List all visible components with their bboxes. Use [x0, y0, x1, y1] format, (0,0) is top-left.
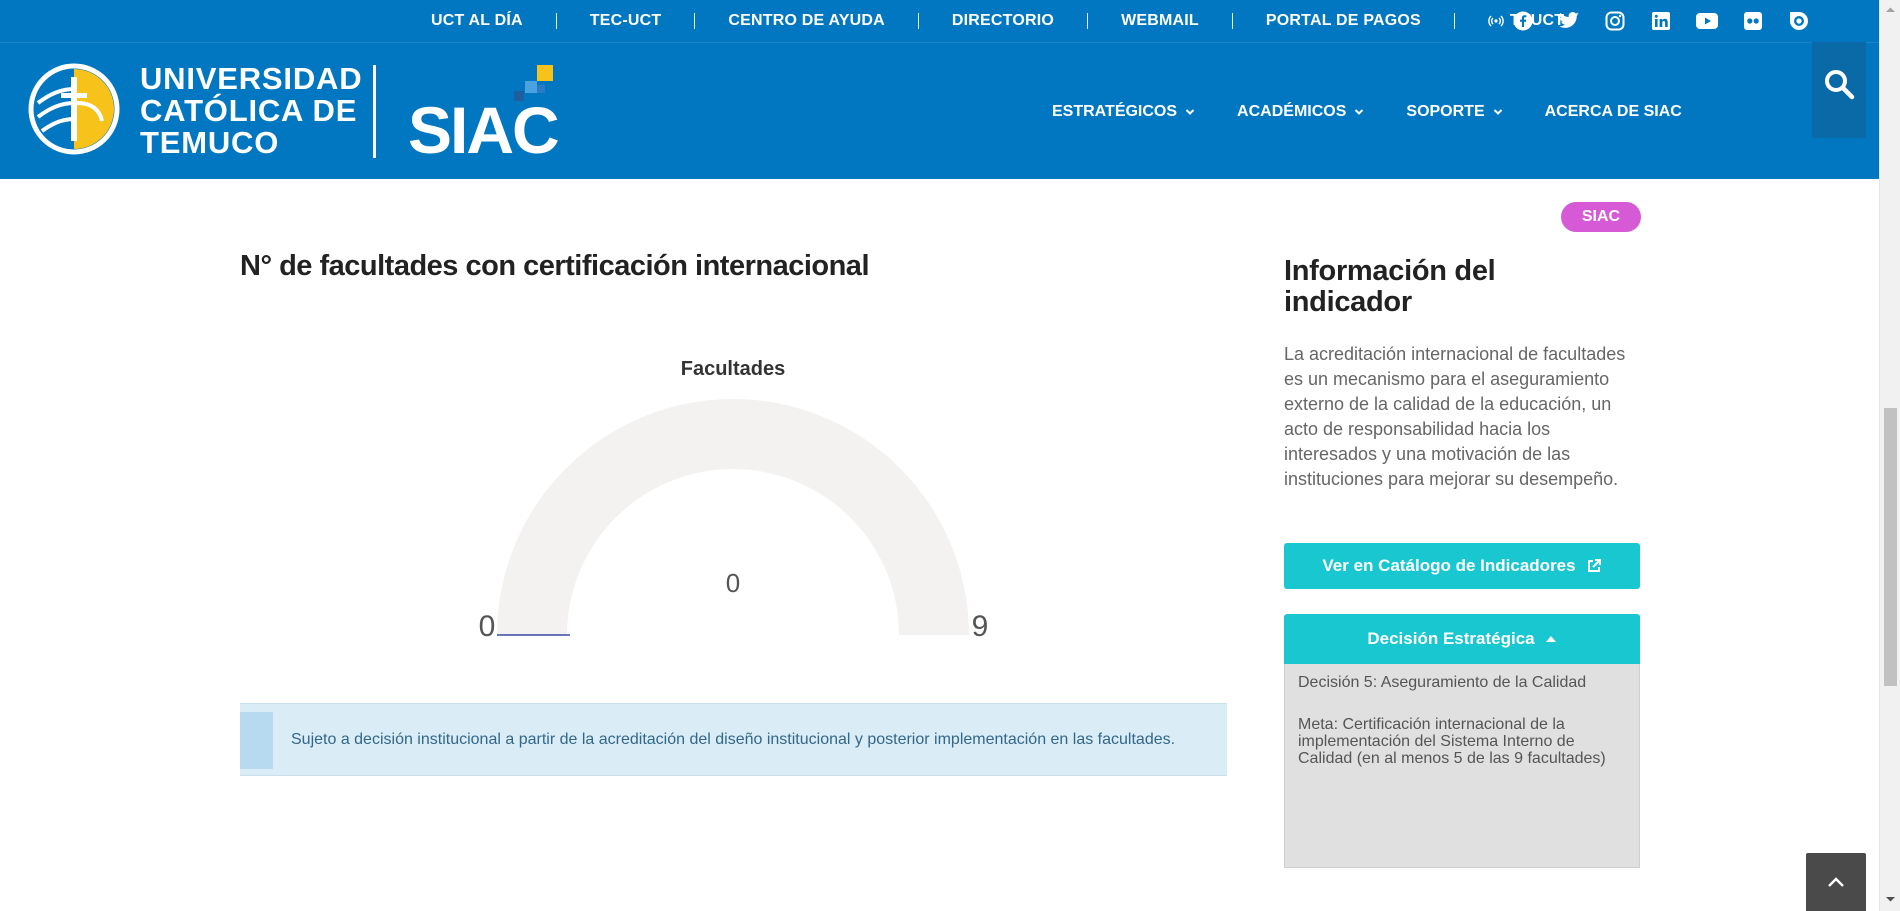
header-divider — [373, 65, 376, 158]
sidebar-description: La acreditación internacional de faculta… — [1284, 344, 1626, 489]
uct-logo-icon[interactable] — [28, 63, 120, 155]
note-accent-bar — [240, 712, 273, 769]
issuu-icon[interactable] — [1788, 10, 1810, 32]
scroll-down-arrow-icon[interactable] — [1880, 893, 1900, 905]
scrollbar[interactable] — [1879, 0, 1900, 911]
gauge-chart: Facultades 0 0 9 — [479, 358, 989, 643]
divider — [555, 13, 557, 29]
chevron-down-icon — [1493, 108, 1502, 115]
catalog-button-label: Ver en Catálogo de Indicadores — [1322, 556, 1576, 575]
scroll-up-arrow-icon[interactable] — [1880, 4, 1900, 16]
gauge-value: 0 — [726, 568, 740, 598]
chevron-down-icon — [1185, 108, 1195, 115]
decision-button-label: Decisión Estratégica — [1367, 629, 1535, 648]
sidebar-title: Información del indicador — [1284, 255, 1496, 318]
top-link-portal-de-pagos[interactable]: PORTAL DE PAGOS — [1233, 12, 1454, 30]
top-link-uct-al-dia[interactable]: UCT AL DÍA — [398, 12, 556, 30]
decision-text: Decisión 5: Aseguramiento de la Calidad — [1298, 674, 1587, 691]
note-text: Sujeto a decisión institucional a partir… — [291, 731, 1176, 748]
nav-label: ACERCA DE SIAC — [1544, 102, 1682, 120]
top-link-directorio[interactable]: DIRECTORIO — [919, 12, 1087, 30]
search-icon — [1825, 70, 1855, 100]
top-link-centro-de-ayuda[interactable]: CENTRO DE AYUDA — [695, 12, 918, 30]
divider — [917, 13, 919, 29]
gauge-track — [497, 399, 969, 635]
divider — [694, 13, 696, 29]
university-name-line: TEMUCO — [140, 125, 280, 160]
broadcast-icon — [1488, 15, 1504, 27]
meta-text: Meta: Certificación internacional de la … — [1298, 716, 1606, 767]
external-link-icon — [1587, 559, 1601, 572]
info-note: Sujeto a decisión institucional a partir… — [240, 703, 1227, 776]
main-nav: ESTRATÉGICOS ACADÉMICOS SOPORTE ACERCA D… — [1052, 43, 1724, 180]
site-header: UNIVERSIDAD CATÓLICA DE TEMUCO SIAC ESTR… — [0, 42, 1879, 179]
university-name-line: CATÓLICA DE — [140, 93, 358, 128]
decision-toggle-button[interactable]: Decisión Estratégica — [1284, 614, 1640, 664]
siac-logo[interactable]: SIAC — [406, 61, 586, 161]
top-link-tec-uct[interactable]: TEC-UCT — [557, 12, 695, 30]
back-to-top-button[interactable] — [1806, 853, 1866, 911]
chevron-down-icon — [1355, 108, 1364, 115]
catalog-button[interactable]: Ver en Catálogo de Indicadores — [1284, 543, 1640, 589]
twitter-icon[interactable] — [1558, 10, 1580, 32]
search-button[interactable] — [1812, 42, 1866, 138]
nav-label: SOPORTE — [1406, 102, 1485, 120]
university-name-line: UNIVERSIDAD — [140, 61, 363, 96]
linkedin-icon[interactable] — [1650, 10, 1672, 32]
page: { "top_links": [ {"label": "UCT AL DÍA"}… — [0, 0, 1900, 911]
social-links — [1512, 0, 1810, 42]
top-link-webmail[interactable]: WEBMAIL — [1088, 12, 1232, 30]
page-title: N° de facultades con certificación inter… — [240, 250, 870, 282]
decision-panel: Decisión 5: Aseguramiento de la Calidad … — [1284, 664, 1640, 868]
university-name[interactable]: UNIVERSIDAD CATÓLICA DE TEMUCO — [140, 63, 362, 159]
nav-soporte[interactable]: SOPORTE — [1406, 103, 1502, 121]
instagram-icon[interactable] — [1604, 10, 1626, 32]
youtube-icon[interactable] — [1696, 10, 1718, 32]
siac-logo-text: SIAC — [408, 93, 558, 161]
nav-academicos[interactable]: ACADÉMICOS — [1237, 103, 1364, 121]
chevron-up-icon — [1828, 877, 1844, 887]
divider — [1453, 13, 1455, 29]
top-links: UCT AL DÍA TEC-UCT CENTRO DE AYUDA DIREC… — [398, 0, 1597, 42]
gauge-title: Facultades — [681, 358, 785, 380]
gauge-max-label: 9 — [972, 610, 989, 643]
nav-label: ESTRATÉGICOS — [1052, 102, 1178, 120]
facebook-icon[interactable] — [1512, 10, 1534, 32]
nav-label: ACADÉMICOS — [1237, 102, 1347, 120]
divider — [1231, 13, 1233, 29]
siac-tag[interactable]: SIAC — [1561, 202, 1641, 232]
flickr-icon[interactable] — [1742, 10, 1764, 32]
gauge-min-label: 0 — [479, 610, 496, 643]
nav-estrategicos[interactable]: ESTRATÉGICOS — [1052, 103, 1195, 121]
divider — [1087, 13, 1089, 29]
scrollbar-thumb[interactable] — [1884, 408, 1897, 686]
nav-acerca-de-siac[interactable]: ACERCA DE SIAC — [1545, 103, 1682, 121]
top-bar: UCT AL DÍA TEC-UCT CENTRO DE AYUDA DIREC… — [0, 0, 1879, 42]
caret-up-icon — [1545, 636, 1556, 642]
